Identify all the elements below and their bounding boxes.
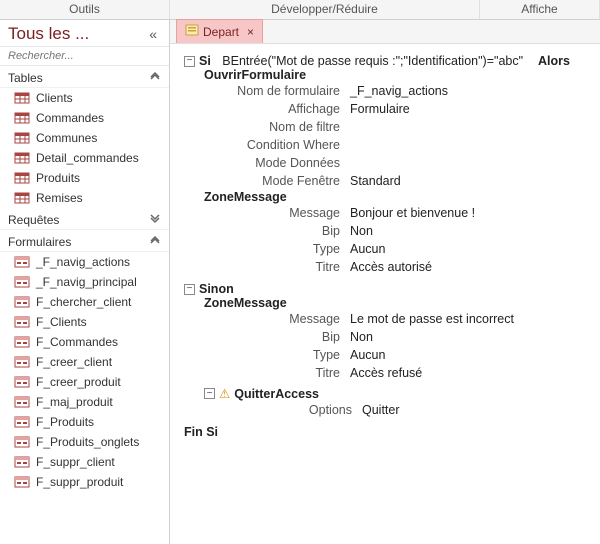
form-icon	[14, 415, 30, 429]
group-requetes[interactable]: Requêtes	[0, 208, 169, 230]
sidebar-item-form[interactable]: _F_navig_actions	[0, 252, 169, 272]
sidebar-item-form[interactable]: F_Produits	[0, 412, 169, 432]
document-tabbar: Depart ×	[170, 20, 600, 44]
sidebar-item-label: Produits	[36, 171, 80, 185]
sidebar-item-label: F_maj_produit	[36, 395, 113, 409]
tab-depart[interactable]: Depart ×	[176, 19, 263, 43]
form-icon	[14, 475, 30, 489]
sidebar-item-form[interactable]: F_suppr_client	[0, 452, 169, 472]
group-formulaires[interactable]: Formulaires	[0, 230, 169, 252]
main-area: Depart × − Si BEntrée("Mot de passe requ…	[170, 20, 600, 544]
sidebar-item-label: F_chercher_client	[36, 295, 131, 309]
nav-collapse-icon[interactable]: «	[145, 26, 161, 42]
collapse-toggle[interactable]: −	[204, 388, 215, 399]
sidebar-item-label: F_Produits	[36, 415, 94, 429]
form-icon	[14, 275, 30, 289]
keyword-si: Si	[199, 54, 211, 68]
close-icon[interactable]: ×	[247, 25, 254, 39]
caret-up-icon	[149, 234, 161, 249]
collapse-toggle[interactable]: −	[184, 284, 195, 295]
sidebar-item-label: F_Produits_onglets	[36, 435, 139, 449]
nav-title[interactable]: Tous les ...	[8, 24, 145, 44]
sidebar-item-label: Detail_commandes	[36, 151, 139, 165]
table-icon	[14, 111, 30, 125]
caret-down-icon	[149, 212, 161, 227]
sidebar-item-form[interactable]: F_Commandes	[0, 332, 169, 352]
sidebar-item-form[interactable]: _F_navig_principal	[0, 272, 169, 292]
action-ouvrirformulaire[interactable]: OuvrirFormulaire	[184, 68, 590, 82]
action-quitteraccess[interactable]: QuitterAccess	[234, 387, 319, 401]
keyword-sinon: Sinon	[199, 282, 234, 296]
sidebar-item-form[interactable]: F_Produits_onglets	[0, 432, 169, 452]
tab-label: Depart	[203, 25, 239, 39]
form-icon	[14, 315, 30, 329]
form-icon	[14, 435, 30, 449]
sidebar-item-table[interactable]: Remises	[0, 188, 169, 208]
table-icon	[14, 91, 30, 105]
caret-up-icon	[149, 70, 161, 85]
keyword-finsi: Fin Si	[184, 425, 590, 439]
sidebar-item-label: Remises	[36, 191, 83, 205]
sidebar-item-label: F_creer_client	[36, 355, 112, 369]
ribbon-expand-collapse[interactable]: Développer/Réduire	[170, 0, 480, 19]
sidebar-item-table[interactable]: Communes	[0, 128, 169, 148]
form-icon	[14, 455, 30, 469]
sidebar-item-label: F_suppr_client	[36, 455, 115, 469]
navigation-pane: Tous les ... « Tables Clients Commandes Co…	[0, 20, 170, 544]
table-icon	[14, 191, 30, 205]
form-icon	[14, 375, 30, 389]
search-input[interactable]	[8, 50, 161, 62]
sidebar-item-table[interactable]: Detail_commandes	[0, 148, 169, 168]
sidebar-item-label: F_Commandes	[36, 335, 118, 349]
collapse-toggle[interactable]: −	[184, 56, 195, 67]
keyword-alors: Alors	[538, 54, 570, 68]
ribbon-show[interactable]: Affiche	[480, 0, 600, 19]
sidebar-item-form[interactable]: F_suppr_produit	[0, 472, 169, 492]
sidebar-item-form[interactable]: F_maj_produit	[0, 392, 169, 412]
table-icon	[14, 131, 30, 145]
sidebar-item-table[interactable]: Produits	[0, 168, 169, 188]
form-icon	[14, 335, 30, 349]
sidebar-item-label: _F_navig_principal	[36, 275, 137, 289]
form-icon	[14, 355, 30, 369]
macro-editor: − Si BEntrée("Mot de passe requis :";"Id…	[170, 44, 600, 449]
table-icon	[14, 171, 30, 185]
action-zonemessage[interactable]: ZoneMessage	[184, 190, 590, 204]
sidebar-item-label: Communes	[36, 131, 97, 145]
form-icon	[14, 295, 30, 309]
sidebar-item-form[interactable]: F_Clients	[0, 312, 169, 332]
sidebar-item-label: Commandes	[36, 111, 104, 125]
if-expression[interactable]: BEntrée("Mot de passe requis :";"Identif…	[222, 54, 523, 68]
ribbon-tools[interactable]: Outils	[0, 0, 170, 19]
sidebar-item-form[interactable]: F_creer_produit	[0, 372, 169, 392]
form-icon	[14, 255, 30, 269]
ribbon-toolbar: Outils Développer/Réduire Affiche	[0, 0, 600, 20]
sidebar-item-label: Clients	[36, 91, 73, 105]
sidebar-item-form[interactable]: F_chercher_client	[0, 292, 169, 312]
sidebar-item-label: _F_navig_actions	[36, 255, 130, 269]
sidebar-item-label: F_creer_produit	[36, 375, 121, 389]
form-icon	[14, 395, 30, 409]
warning-icon: ⚠	[219, 386, 230, 401]
macro-icon	[185, 23, 199, 40]
sidebar-item-label: F_Clients	[36, 315, 87, 329]
table-icon	[14, 151, 30, 165]
action-zonemessage[interactable]: ZoneMessage	[184, 296, 590, 310]
sidebar-item-form[interactable]: F_creer_client	[0, 352, 169, 372]
group-tables[interactable]: Tables	[0, 66, 169, 88]
sidebar-item-table[interactable]: Commandes	[0, 108, 169, 128]
sidebar-item-label: F_suppr_produit	[36, 475, 123, 489]
sidebar-item-table[interactable]: Clients	[0, 88, 169, 108]
